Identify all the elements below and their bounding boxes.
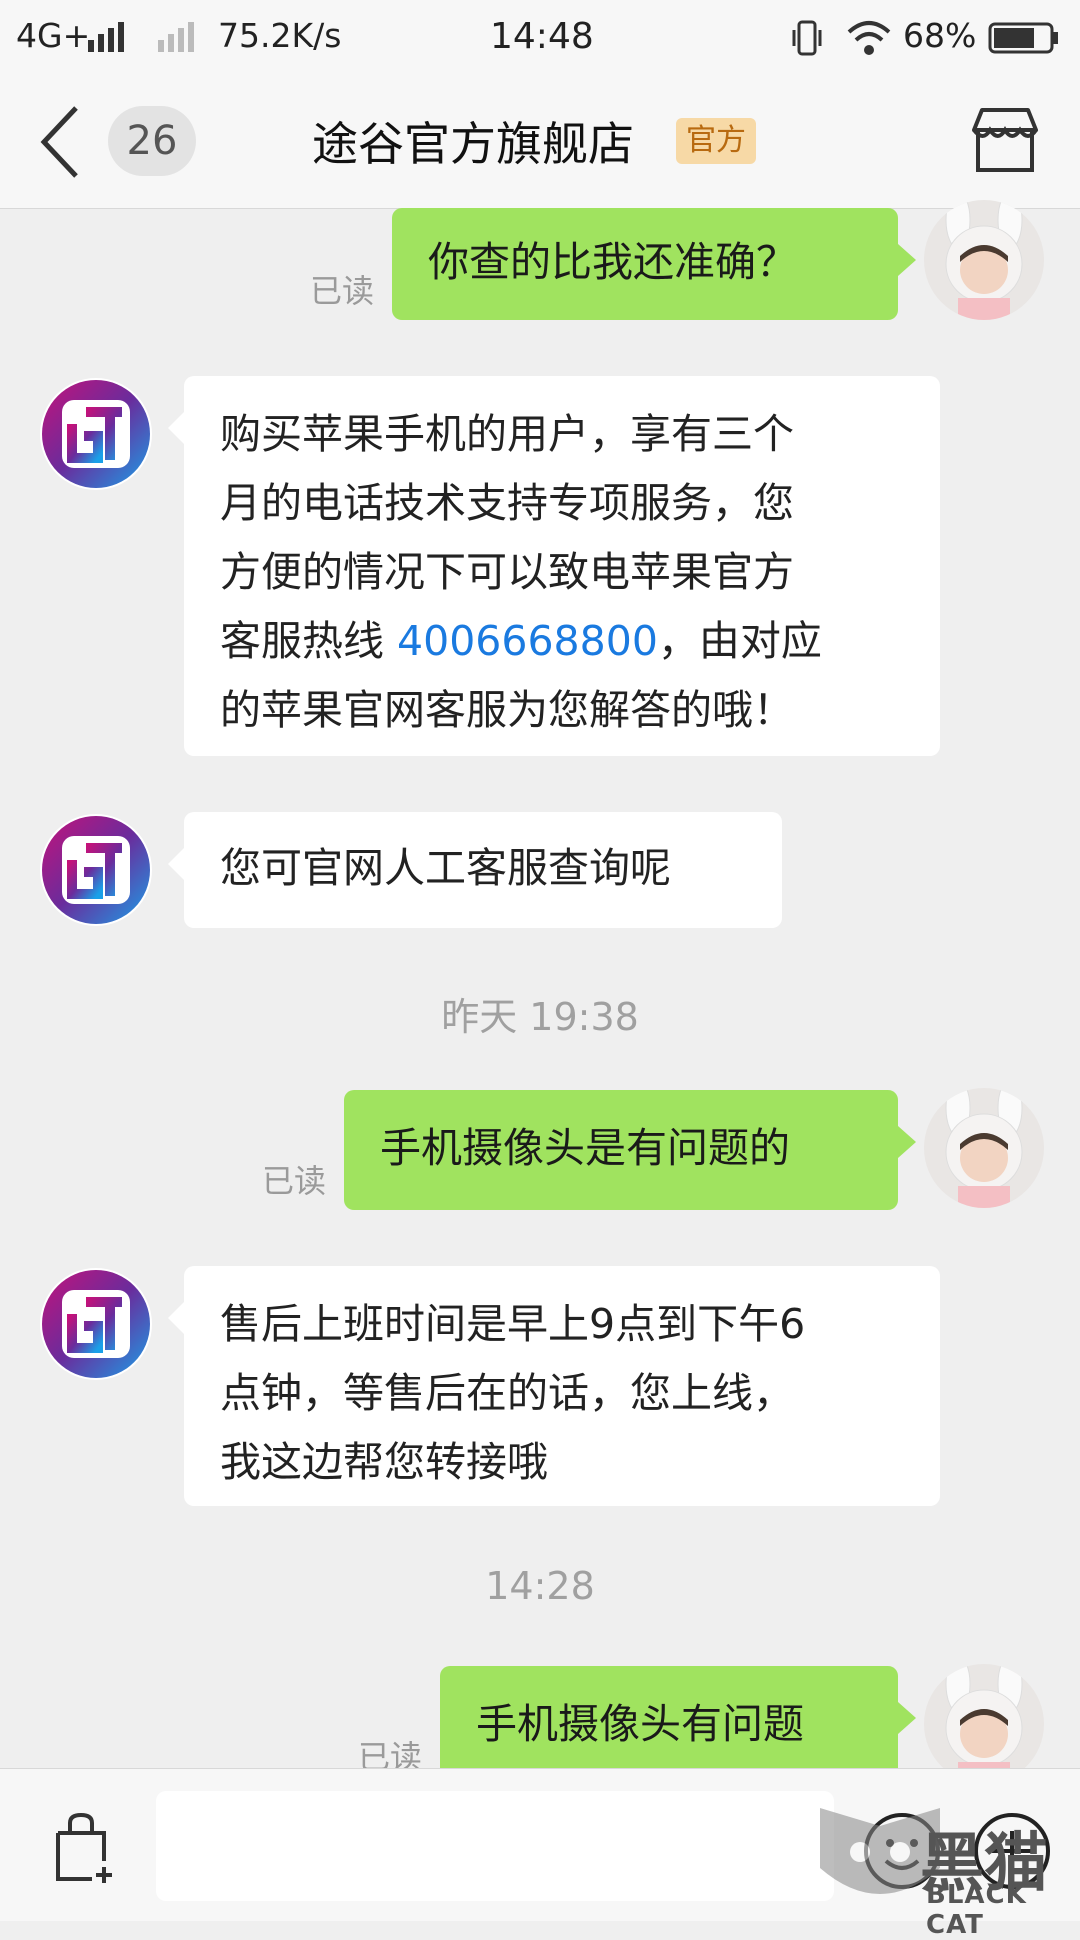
signal-strength-icon: [88, 22, 124, 52]
message-text: 手机摄像头是有问题的: [380, 1124, 790, 1172]
timestamp: 昨天 19:38: [441, 995, 639, 1039]
message-line: 购买苹果手机的用户，享有三个: [220, 410, 794, 458]
phone-number-link[interactable]: 4006668800: [397, 617, 658, 665]
message-bubble-incoming[interactable]: 售后上班时间是早上9点到下午6 点钟，等售后在的话，您上线， 我这边帮您转接哦: [168, 1266, 940, 1506]
shop-title: 途谷官方旗舰店: [312, 117, 634, 171]
timestamp: 14:28: [485, 1564, 595, 1608]
message-bubble-incoming[interactable]: 您可官网人工客服查询呢: [168, 812, 782, 928]
bubble-tail: [898, 244, 916, 276]
network-type: 4G+: [16, 16, 91, 55]
message-text: 您可官网人工客服查询呢: [220, 844, 671, 892]
user-avatar-image: [924, 200, 1044, 320]
message-line: 点钟，等售后在的话，您上线，: [220, 1369, 794, 1417]
message-line: 方便的情况下可以致电苹果官方: [220, 548, 794, 596]
read-receipt: 已读: [310, 272, 375, 310]
bubble-tail: [168, 1302, 184, 1334]
clock: 14:48: [490, 16, 594, 57]
shop-avatar[interactable]: [40, 378, 152, 490]
shopping-bag-icon[interactable]: [52, 1811, 122, 1885]
message-text: 手机摄像头有问题: [476, 1700, 804, 1748]
bubble-tail: [168, 412, 184, 444]
user-avatar[interactable]: [924, 1088, 1044, 1208]
network-speed: 75.2K/s: [218, 16, 342, 55]
message-bubble-incoming[interactable]: 购买苹果手机的用户，享有三个 月的电话技术支持专项服务，您 方便的情况下可以致电…: [168, 376, 940, 756]
vibrate-icon: [792, 20, 822, 56]
message-text: 你查的比我还准确？: [428, 238, 797, 286]
message-text: ，由对应: [657, 617, 822, 665]
battery-percent: 68%: [903, 16, 977, 55]
read-receipt: 已读: [262, 1162, 327, 1200]
battery-icon: [988, 22, 1058, 54]
shop-logo-icon: [42, 380, 150, 488]
message-text: 客服热线: [220, 617, 398, 665]
message-line: 我这边帮您转接哦: [220, 1438, 548, 1486]
watermark-text-en: BLACK CAT: [926, 1880, 1027, 1940]
shop-logo-icon: [42, 816, 150, 924]
message-line: 客服热线 4006668800，由对应: [220, 607, 904, 676]
message-bubble-outgoing[interactable]: 手机摄像头是有问题的: [344, 1090, 916, 1210]
user-avatar[interactable]: [924, 1664, 1044, 1784]
shop-avatar[interactable]: [40, 1268, 152, 1380]
message-line: 的苹果官网客服为您解答的哦！: [220, 686, 794, 734]
signal-strength-2-icon: [158, 22, 194, 52]
message-line: 月的电话技术支持专项服务，您: [220, 479, 794, 527]
status-bar: 4G+ 75.2K/s 14:48 68%: [0, 0, 1080, 76]
official-badge: 官方: [676, 118, 756, 164]
shop-logo-icon: [42, 1270, 150, 1378]
wifi-icon: [847, 21, 891, 55]
bubble-tail: [898, 1126, 916, 1158]
message-line: 售后上班时间是早上9点到下午6: [220, 1300, 806, 1348]
bubble-tail: [168, 848, 184, 880]
store-icon[interactable]: [970, 106, 1040, 176]
user-avatar-image: [924, 1664, 1044, 1784]
unread-count-badge[interactable]: 26: [108, 106, 196, 176]
user-avatar-image: [924, 1088, 1044, 1208]
message-bubble-outgoing[interactable]: 你查的比我还准确？: [392, 208, 916, 320]
bubble-tail: [898, 1702, 916, 1734]
chat-header: 26 途谷官方旗舰店 官方: [0, 76, 1080, 209]
message-input[interactable]: [156, 1791, 834, 1901]
user-avatar[interactable]: [924, 200, 1044, 320]
shop-avatar[interactable]: [40, 814, 152, 926]
back-icon[interactable]: [38, 104, 82, 180]
